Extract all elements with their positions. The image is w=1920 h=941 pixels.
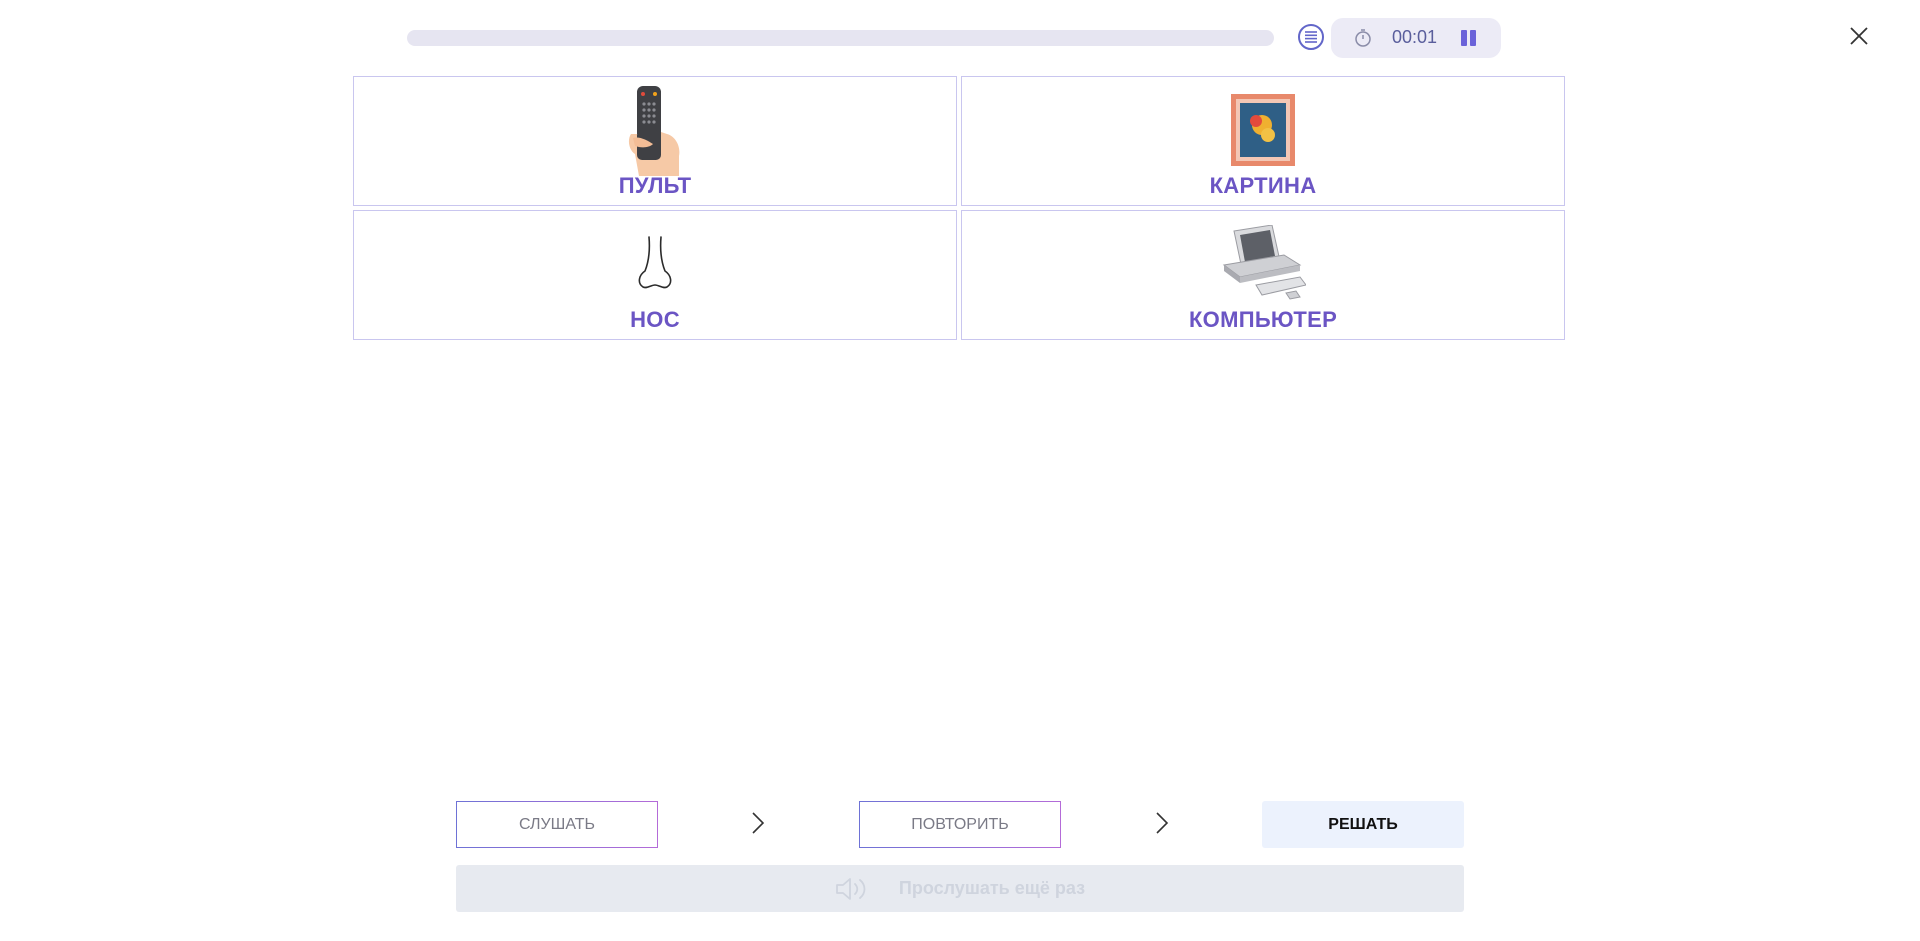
task-list-button[interactable]	[1298, 24, 1324, 50]
answer-card-nose[interactable]: НОС	[353, 210, 957, 340]
timer: 00:01	[1331, 18, 1501, 58]
solve-button[interactable]: РЕШАТЬ	[1262, 801, 1464, 848]
listen-button[interactable]: СЛУШАТЬ	[456, 801, 658, 848]
pause-icon-bar-left	[1461, 30, 1467, 46]
pause-button[interactable]	[1458, 28, 1478, 48]
close-icon[interactable]	[1848, 25, 1870, 47]
speaker-icon	[836, 877, 866, 900]
answer-card-computer[interactable]: КОМПЬЮТЕР	[961, 210, 1565, 340]
card-label: НОС	[630, 307, 680, 332]
answer-card-remote[interactable]: ПУЛЬТ	[353, 76, 957, 206]
timer-value: 00:01	[1392, 27, 1438, 47]
card-label: КОМПЬЮТЕР	[1188, 307, 1338, 332]
chevron-right-icon	[1156, 812, 1169, 834]
pause-icon-bar-right	[1470, 30, 1476, 46]
progress-bar	[407, 30, 1274, 46]
painting-icon	[1231, 94, 1295, 166]
replay-label: Прослушать ещё раз	[898, 878, 1086, 898]
answer-card-painting[interactable]: КАРТИНА	[961, 76, 1565, 206]
remote-control-icon	[628, 86, 680, 176]
list-icon	[1305, 31, 1317, 43]
chevron-right-icon	[752, 812, 765, 834]
card-label: КАРТИНА	[1209, 173, 1317, 198]
computer-icon	[1222, 225, 1306, 300]
replay-audio-button[interactable]: Прослушать ещё раз	[456, 865, 1464, 912]
card-label: ПУЛЬТ	[618, 173, 692, 198]
stopwatch-icon	[1355, 29, 1371, 47]
nose-icon	[638, 236, 672, 289]
repeat-button[interactable]: ПОВТОРИТЬ	[859, 801, 1061, 848]
